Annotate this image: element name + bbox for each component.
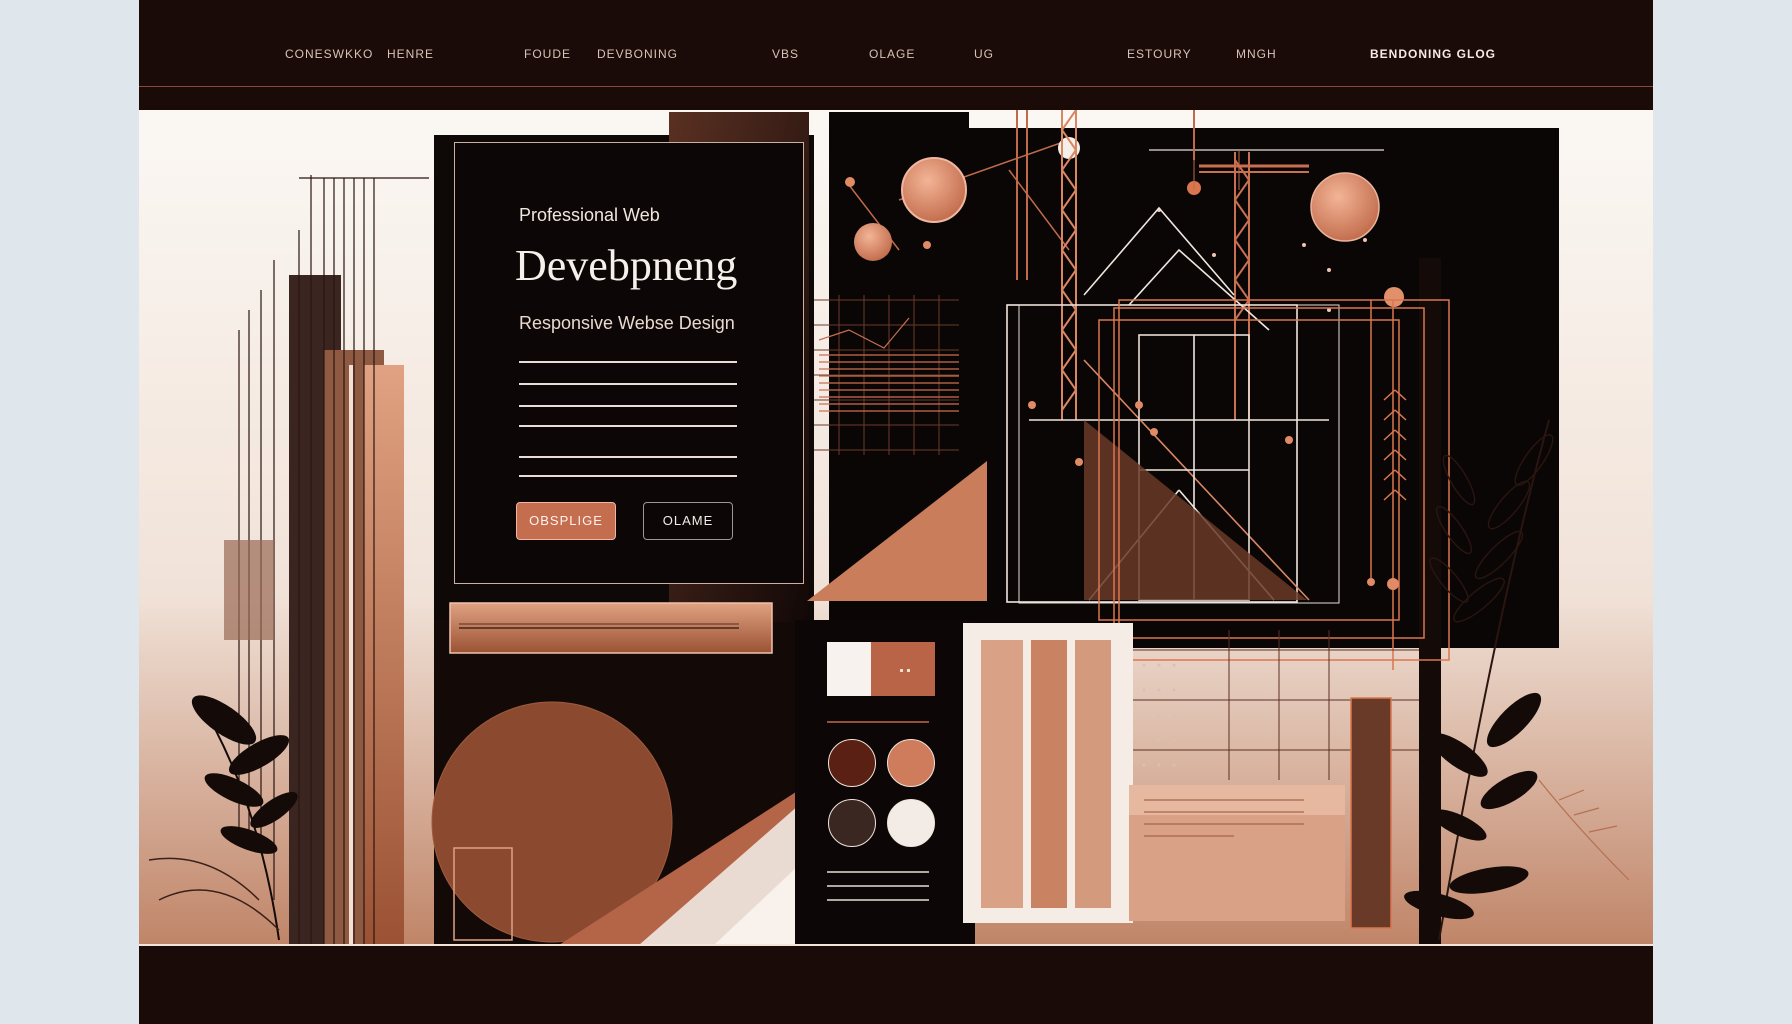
nav-item-7[interactable]: UG xyxy=(974,44,994,64)
swatch-dark-brown[interactable] xyxy=(828,739,876,787)
hero-card: Professional Web Devebpneng Responsive W… xyxy=(454,142,804,584)
swatch-cream[interactable] xyxy=(887,799,935,847)
primary-cta-button[interactable]: OBSPLIGE xyxy=(516,502,616,540)
left-leaves xyxy=(148,695,298,941)
text-placeholder-line xyxy=(519,383,737,385)
nav-item-6[interactable]: OLAGE xyxy=(869,44,915,64)
nav-item-9[interactable]: MNGH xyxy=(1236,44,1277,64)
text-placeholder-line xyxy=(519,425,737,427)
nav-item-1[interactable]: CONESWKKO xyxy=(285,44,373,64)
decorative-artwork xyxy=(148,0,1630,958)
top-navigation: CONESWKKO HENRE FOUDE DEVBONING VBS OLAG… xyxy=(139,0,1653,110)
dot-grid xyxy=(1142,663,1176,767)
nav-item-5[interactable]: VBS xyxy=(772,44,799,64)
nav-item-8[interactable]: ESTOURY xyxy=(1127,44,1192,64)
hero-kicker: Professional Web xyxy=(519,205,660,225)
text-placeholder-line xyxy=(519,405,737,407)
nav-item-2[interactable]: HENRE xyxy=(387,44,434,64)
text-placeholder-line xyxy=(519,456,737,458)
swatch-copper[interactable] xyxy=(887,739,935,787)
nav-item-3[interactable]: FOUDE xyxy=(524,44,571,64)
text-placeholder-line xyxy=(519,475,737,477)
nav-item-4[interactable]: DEVBONING xyxy=(597,44,678,64)
text-placeholder-line xyxy=(519,361,737,363)
swatch-espresso[interactable] xyxy=(828,799,876,847)
brand-logo[interactable]: BENDONING GLOG xyxy=(1370,44,1496,64)
website-mockup: CONESWKKO HENRE FOUDE DEVBONING VBS OLAG… xyxy=(139,0,1653,1024)
hero-title: Devebpneng xyxy=(515,241,738,290)
footer-bar xyxy=(139,946,1653,1024)
secondary-cta-button[interactable]: OLAME xyxy=(643,502,733,540)
hero-subtitle: Responsive Webse Design xyxy=(519,313,735,333)
header-divider xyxy=(139,86,1653,87)
